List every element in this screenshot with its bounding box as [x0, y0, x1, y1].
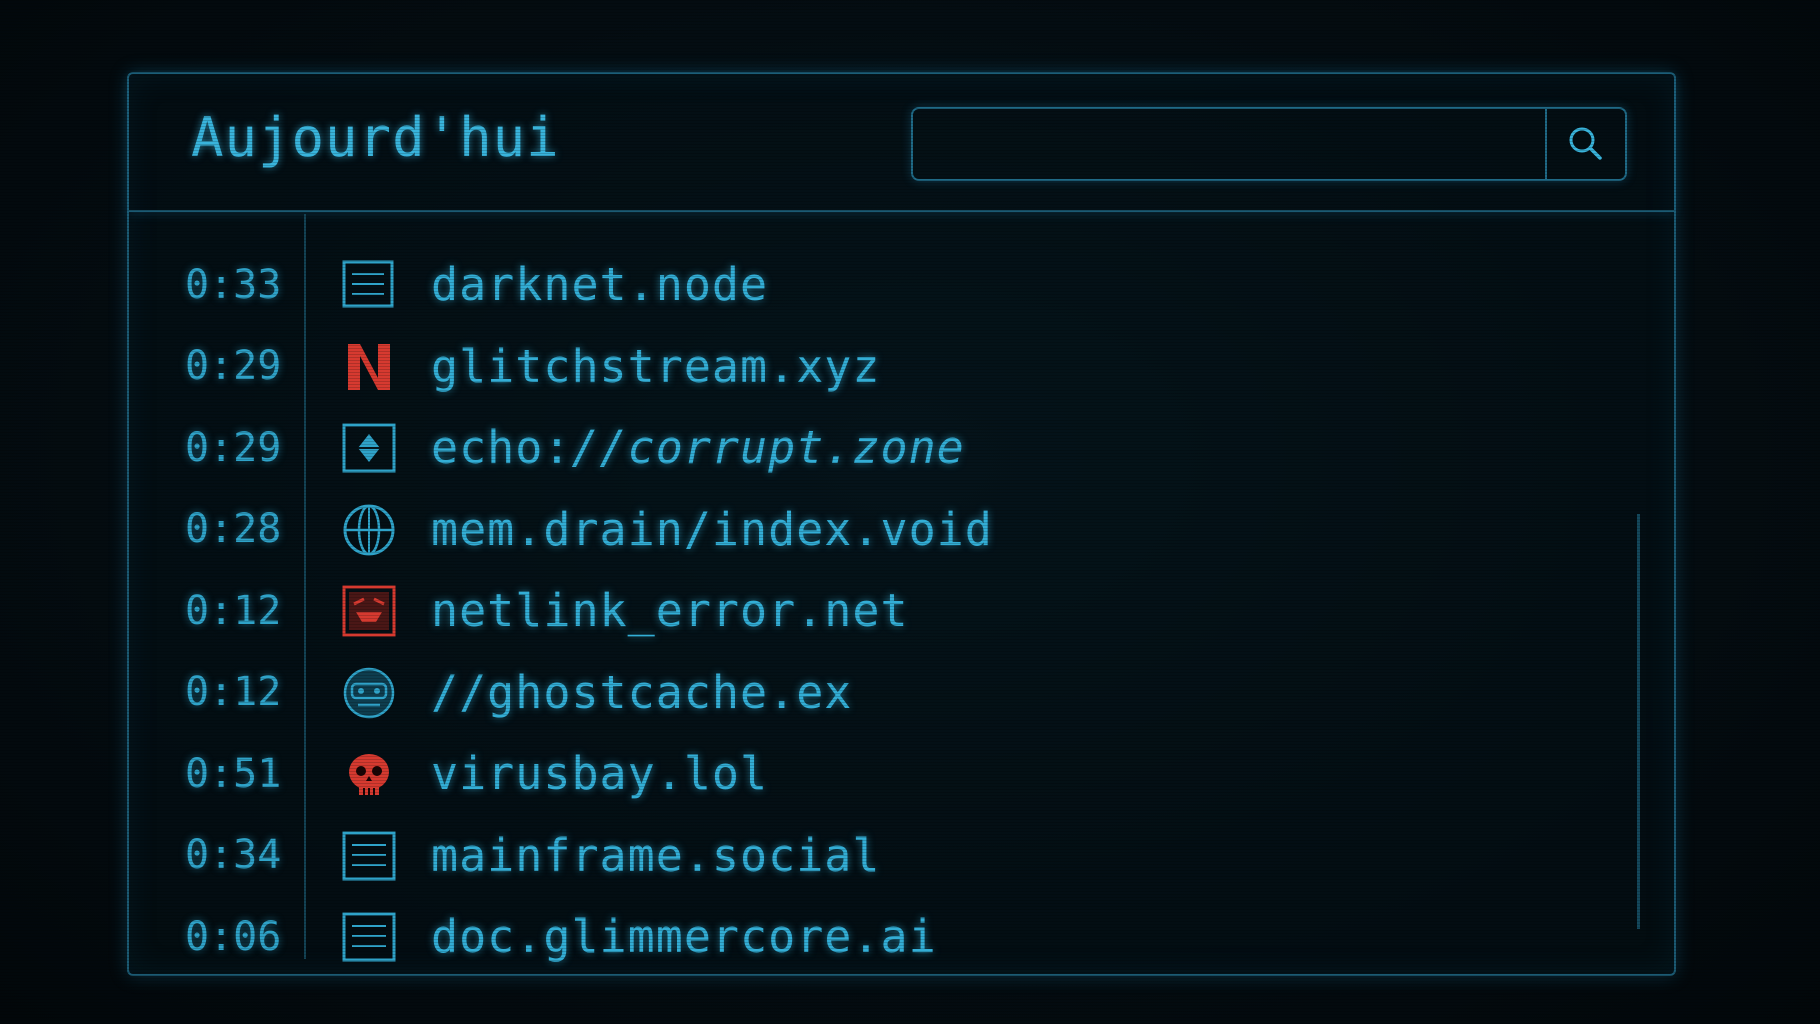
header: Aujourd'hui	[129, 74, 1674, 212]
ghost-face-icon	[343, 667, 395, 718]
site-label: echo://corrupt.zone	[431, 421, 965, 475]
error-face-icon	[342, 585, 396, 637]
history-item[interactable]: 0:51 virusbay.lol	[129, 733, 1529, 815]
site-label: mainframe.social	[431, 828, 881, 882]
history-item[interactable]: 0:06 doc.glimmercore.ai	[129, 896, 1529, 978]
visit-time: 0:34	[185, 832, 282, 879]
diamond-badge-icon	[342, 423, 396, 473]
document-icon	[342, 260, 394, 308]
streaming-logo-icon	[348, 343, 390, 390]
history-item[interactable]: 0:12 //ghostcache.ex	[129, 652, 1529, 734]
history-item[interactable]: 0:29 echo://corrupt.zone	[129, 407, 1529, 489]
visit-time: 0:06	[185, 913, 282, 960]
site-label: mem.drain/index.void	[431, 502, 993, 556]
visit-time: 0:29	[185, 424, 282, 471]
search-icon	[1569, 127, 1602, 160]
history-item[interactable]: 0:12 netlink_error.net	[129, 570, 1529, 652]
site-label: darknet.node	[431, 258, 769, 312]
history-item[interactable]: 0:33 darknet.node	[129, 244, 1529, 326]
site-label: //ghostcache.ex	[431, 665, 853, 719]
history-item[interactable]: 0:28 mem.drain/index.void	[129, 489, 1529, 571]
page-title: Aujourd'hui	[191, 106, 560, 169]
search-button[interactable]	[1545, 109, 1625, 179]
visit-time: 0:51	[185, 750, 282, 797]
visit-time: 0:12	[185, 669, 282, 716]
skull-icon	[349, 754, 389, 795]
document-icon	[342, 912, 396, 962]
visit-time: 0:28	[185, 506, 282, 553]
history-item[interactable]: 0:34 mainframe.social	[129, 815, 1529, 897]
site-label: virusbay.lol	[431, 747, 769, 801]
search-input[interactable]	[913, 109, 1533, 179]
visit-time: 0:33	[185, 261, 282, 308]
globe-icon	[343, 504, 395, 555]
visit-time: 0:12	[185, 587, 282, 634]
history-list: 0:33 darknet.node 0:29 glitchstream.xyz …	[129, 244, 1529, 978]
scrollbar[interactable]	[1637, 514, 1640, 929]
history-item[interactable]: 0:29 glitchstream.xyz	[129, 326, 1529, 408]
document-icon	[342, 831, 396, 880]
site-label: glitchstream.xyz	[431, 339, 881, 393]
search-box	[911, 107, 1627, 181]
history-window: Aujourd'hui 0:33 darknet.node 0:29 glitc…	[127, 72, 1676, 976]
visit-time: 0:29	[185, 343, 282, 390]
site-label: doc.glimmercore.ai	[431, 910, 937, 964]
site-label: netlink_error.net	[431, 584, 909, 638]
